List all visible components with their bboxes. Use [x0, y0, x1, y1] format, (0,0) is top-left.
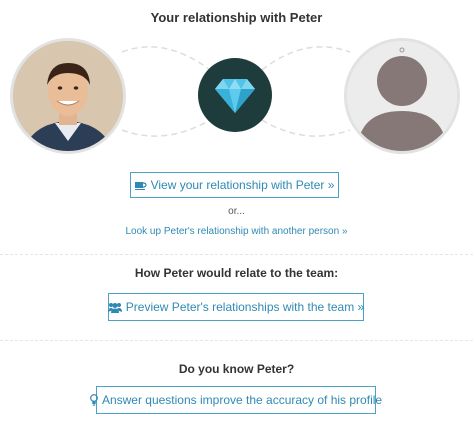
- answer-questions-button[interactable]: Answer questions improve the accuracy of…: [90, 386, 382, 414]
- diamond-badge: [198, 58, 272, 132]
- preview-team-button[interactable]: Preview Peter's relationships with the t…: [107, 293, 365, 321]
- know-heading: Do you know Peter?: [178, 362, 295, 376]
- person-photo-avatar: [10, 38, 126, 154]
- person-photo: [13, 41, 123, 151]
- view-relationship-label: View your relationship with Peter »: [150, 178, 335, 192]
- team-heading: How Peter would relate to the team:: [134, 266, 339, 280]
- users-icon: [107, 302, 122, 313]
- coffee-cup-icon: [134, 180, 147, 190]
- preview-team-label: Preview Peter's relationships with the t…: [125, 300, 365, 314]
- section-divider: [0, 340, 473, 341]
- view-relationship-button[interactable]: View your relationship with Peter »: [130, 172, 339, 198]
- answer-questions-label: Answer questions improve the accuracy of…: [101, 393, 383, 407]
- lookup-relationship-link[interactable]: Look up Peter's relationship with anothe…: [0, 226, 473, 237]
- unknown-user-avatar: [344, 38, 460, 154]
- user-placeholder-icon: [347, 41, 457, 151]
- or-separator: or...: [228, 206, 245, 217]
- lightbulb-icon: [90, 394, 98, 406]
- section-divider: [0, 254, 473, 255]
- diamond-icon: [215, 79, 255, 113]
- relationship-page: Your relationship with Peter View your r…: [0, 0, 473, 429]
